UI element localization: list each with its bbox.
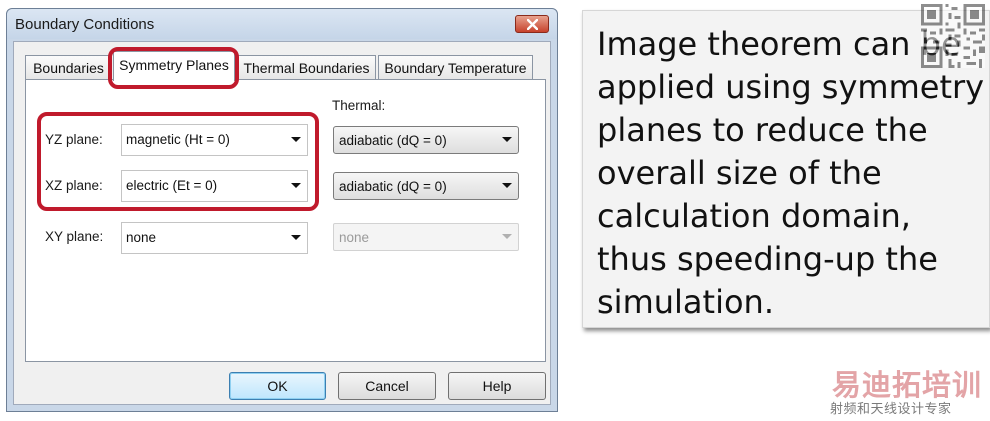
help-button[interactable]: Help [448,372,546,400]
dropdown-arrow-icon [502,183,512,188]
close-button[interactable] [515,15,549,33]
tab-boundaries[interactable]: Boundaries [25,55,112,79]
dropdown-arrow-icon [502,137,512,142]
xy-plane-label: XY plane: [45,229,104,244]
dropdown-arrow-icon [291,235,301,240]
xy-thermal-value: none [339,230,370,245]
tab-thermal-boundaries[interactable]: Thermal Boundaries [237,55,376,79]
help-label: Help [482,378,512,394]
tab-label: Boundary Temperature [384,60,527,76]
brand-tagline: 射频和天线设计专家 [830,402,952,417]
xy-plane-select[interactable]: none [121,222,308,254]
xz-thermal-value: adiabatic (dQ = 0) [339,179,447,194]
xy-plane-value: none [126,230,157,245]
cancel-label: Cancel [365,378,409,394]
xy-thermal-select: none [333,223,519,251]
xz-thermal-select[interactable]: adiabatic (dQ = 0) [333,172,519,200]
thermal-header: Thermal: [332,98,386,113]
title-bar: Boundary Conditions [7,9,557,39]
yz-thermal-value: adiabatic (dQ = 0) [339,133,447,148]
dropdown-arrow-icon [502,234,512,239]
dialog-client-area: Boundaries Symmetry Planes Thermal Bound… [13,41,551,405]
planes-highlight [37,112,319,211]
tab-label: Thermal Boundaries [243,60,370,76]
dialog-title: Boundary Conditions [15,16,155,33]
tab-label: Boundaries [33,60,104,76]
tab-boundary-temperature[interactable]: Boundary Temperature [378,55,533,79]
explanation-text: Image theorem can be applied using symme… [597,25,985,321]
ok-button[interactable]: OK [229,372,326,400]
boundary-conditions-dialog: Boundary Conditions Boundaries Symmetry … [6,8,558,412]
yz-thermal-select[interactable]: adiabatic (dQ = 0) [333,126,519,154]
close-icon [527,19,538,30]
tab-highlight [108,47,239,89]
ok-label: OK [267,378,288,394]
qr-code-icon [921,4,985,68]
cancel-button[interactable]: Cancel [338,372,436,400]
